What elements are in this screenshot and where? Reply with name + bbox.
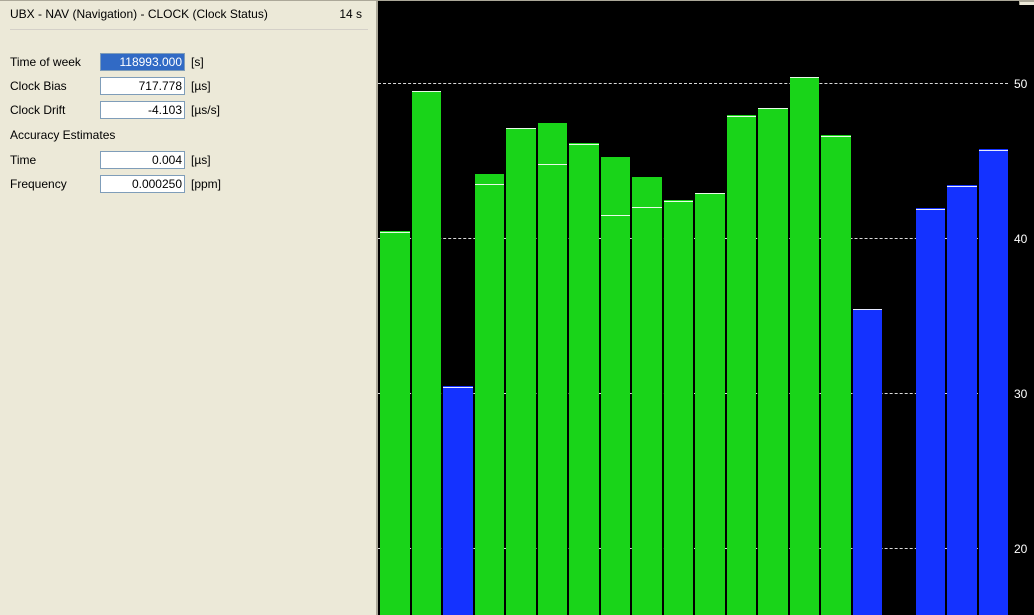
field-label: Clock Bias bbox=[10, 79, 100, 93]
clock-bias-input[interactable] bbox=[100, 77, 185, 95]
signal-bar bbox=[821, 4, 851, 615]
signal-bar bbox=[569, 4, 599, 615]
signal-bar bbox=[380, 4, 410, 615]
field-label: Clock Drift bbox=[10, 103, 100, 117]
time-accuracy-input[interactable] bbox=[100, 151, 185, 169]
left-panel: UBX - NAV (Navigation) - CLOCK (Clock St… bbox=[0, 0, 378, 615]
signal-bar bbox=[884, 4, 914, 615]
time-of-week-input[interactable] bbox=[100, 53, 185, 71]
field-unit: [ppm] bbox=[185, 177, 221, 191]
signal-bar bbox=[443, 4, 473, 615]
y-tick-label: 20 bbox=[1014, 542, 1027, 556]
signal-bar bbox=[947, 4, 977, 615]
frequency-accuracy-input[interactable] bbox=[100, 175, 185, 193]
field-unit: [µs/s] bbox=[185, 103, 220, 117]
grid-line bbox=[378, 83, 1008, 84]
field-unit: [µs] bbox=[185, 79, 211, 93]
signal-bar bbox=[412, 4, 442, 615]
signal-bar bbox=[790, 4, 820, 615]
signal-bar bbox=[506, 4, 536, 615]
y-tick-label: 40 bbox=[1014, 232, 1027, 246]
field-unit: [µs] bbox=[185, 153, 211, 167]
field-clock-drift: Clock Drift [µs/s] bbox=[10, 98, 368, 122]
signal-bar bbox=[758, 4, 788, 615]
signal-bar bbox=[727, 4, 757, 615]
grid-line bbox=[378, 548, 1008, 549]
signal-bar bbox=[538, 4, 568, 615]
clock-drift-input[interactable] bbox=[100, 101, 185, 119]
pane-header: UBX - NAV (Navigation) - CLOCK (Clock St… bbox=[10, 5, 368, 30]
signal-bar bbox=[979, 4, 1009, 615]
pane-title: UBX - NAV (Navigation) - CLOCK (Clock St… bbox=[10, 7, 268, 21]
field-frequency-accuracy: Frequency [ppm] bbox=[10, 172, 368, 196]
signal-bar bbox=[695, 4, 725, 615]
chart-panel: ▶ 20304050 bbox=[378, 0, 1034, 615]
pane-age: 14 s bbox=[339, 7, 368, 21]
y-tick-label: 30 bbox=[1014, 387, 1027, 401]
field-unit: [s] bbox=[185, 55, 204, 69]
signal-bar bbox=[916, 4, 946, 615]
signal-bar bbox=[853, 4, 883, 615]
grid-line bbox=[378, 393, 1008, 394]
signal-bar bbox=[632, 4, 662, 615]
field-label: Frequency bbox=[10, 177, 100, 191]
field-time-accuracy: Time [µs] bbox=[10, 148, 368, 172]
field-clock-bias: Clock Bias [µs] bbox=[10, 74, 368, 98]
signal-bar bbox=[601, 4, 631, 615]
field-label: Time bbox=[10, 153, 100, 167]
signal-bar bbox=[664, 4, 694, 615]
app-root: UBX - NAV (Navigation) - CLOCK (Clock St… bbox=[0, 0, 1034, 615]
grid-line bbox=[378, 238, 1008, 239]
y-tick-label: 50 bbox=[1014, 77, 1027, 91]
chart-area bbox=[378, 5, 1008, 615]
field-time-of-week: Time of week [s] bbox=[10, 50, 368, 74]
field-label: Time of week bbox=[10, 55, 100, 69]
signal-bar bbox=[475, 4, 505, 615]
accuracy-estimates-title: Accuracy Estimates bbox=[10, 128, 368, 142]
y-axis: 20 30 40 50 bbox=[1008, 5, 1034, 615]
